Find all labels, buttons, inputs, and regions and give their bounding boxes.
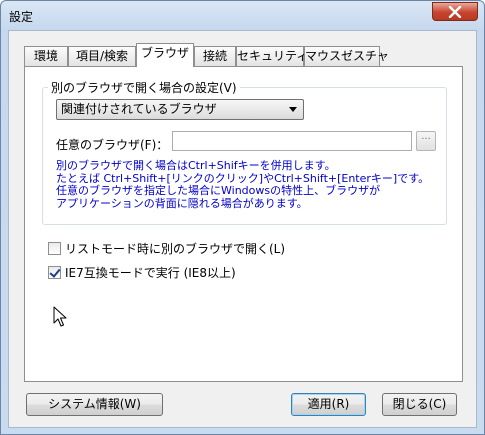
window-title: 設定 [9, 10, 34, 24]
browser-select-value: 関連付けされているブラウザ [61, 102, 217, 116]
tab-environment[interactable]: 環境 [24, 46, 68, 66]
list-mode-checkbox[interactable] [48, 242, 61, 255]
note-line: 任意のブラウザを指定した場合にWindowsの特性上、ブラウザが [56, 184, 381, 197]
note-line: 別のブラウザで開く場合はCtrl+Shifキーを併用します。 [56, 159, 336, 172]
note-line: アプリケーションの背面に隠れる場合があります。 [56, 196, 308, 210]
list-mode-option[interactable]: リストモード時に別のブラウザで開く(L) [48, 240, 285, 257]
ie7-mode-label: IE7互換モードで実行 (IE8以上) [65, 266, 236, 280]
tab-mouse-gesture[interactable]: マウスゼスチャ [304, 46, 389, 66]
browser-settings-panel: 別のブラウザで開く場合の設定(V) 関連付けされているブラウザ 任意のブラウザ(… [24, 66, 463, 382]
tab-items-search[interactable]: 項目/検索 [68, 46, 136, 66]
tab-browser[interactable]: ブラウザ [136, 43, 194, 67]
close-icon [448, 5, 462, 18]
system-info-button[interactable]: システム情報(W) [26, 393, 163, 416]
window-close-button[interactable] [432, 2, 478, 21]
title-bar[interactable]: 設定 [1, 1, 484, 31]
list-mode-label: リストモード時に別のブラウザで開く(L) [65, 242, 286, 256]
browse-button[interactable]: ··· [416, 131, 436, 151]
custom-browser-input[interactable] [172, 131, 412, 151]
close-button[interactable]: 閉じる(C) [382, 393, 457, 416]
settings-window: 設定 環境 項目/検索 ブラウザ 接続 セキュリティ マウスゼスチャ 別のブラウ… [0, 0, 485, 435]
mouse-pointer-icon [53, 306, 67, 327]
chevron-down-icon [289, 107, 297, 112]
tab-security[interactable]: セキュリティ [236, 46, 308, 66]
tab-connection[interactable]: 接続 [194, 46, 236, 66]
custom-browser-label: 任意のブラウザ(F)： [56, 138, 169, 152]
group-legend: 別のブラウザで開く場合の設定(V) [48, 79, 240, 96]
browser-notes: 別のブラウザで開く場合はCtrl+Shifキーを併用します。 たとえば Ctrl… [56, 159, 446, 210]
dialog-client-area: 環境 項目/検索 ブラウザ 接続 セキュリティ マウスゼスチャ 別のブラウザで開… [8, 30, 477, 428]
ie7-mode-checkbox[interactable] [48, 266, 61, 279]
external-browser-group: 別のブラウザで開く場合の設定(V) 関連付けされているブラウザ 任意のブラウザ(… [42, 79, 447, 225]
ie7-mode-option[interactable]: IE7互換モードで実行 (IE8以上) [48, 264, 236, 281]
browser-select[interactable]: 関連付けされているブラウザ [56, 99, 304, 120]
apply-button[interactable]: 適用(R) [291, 393, 366, 416]
